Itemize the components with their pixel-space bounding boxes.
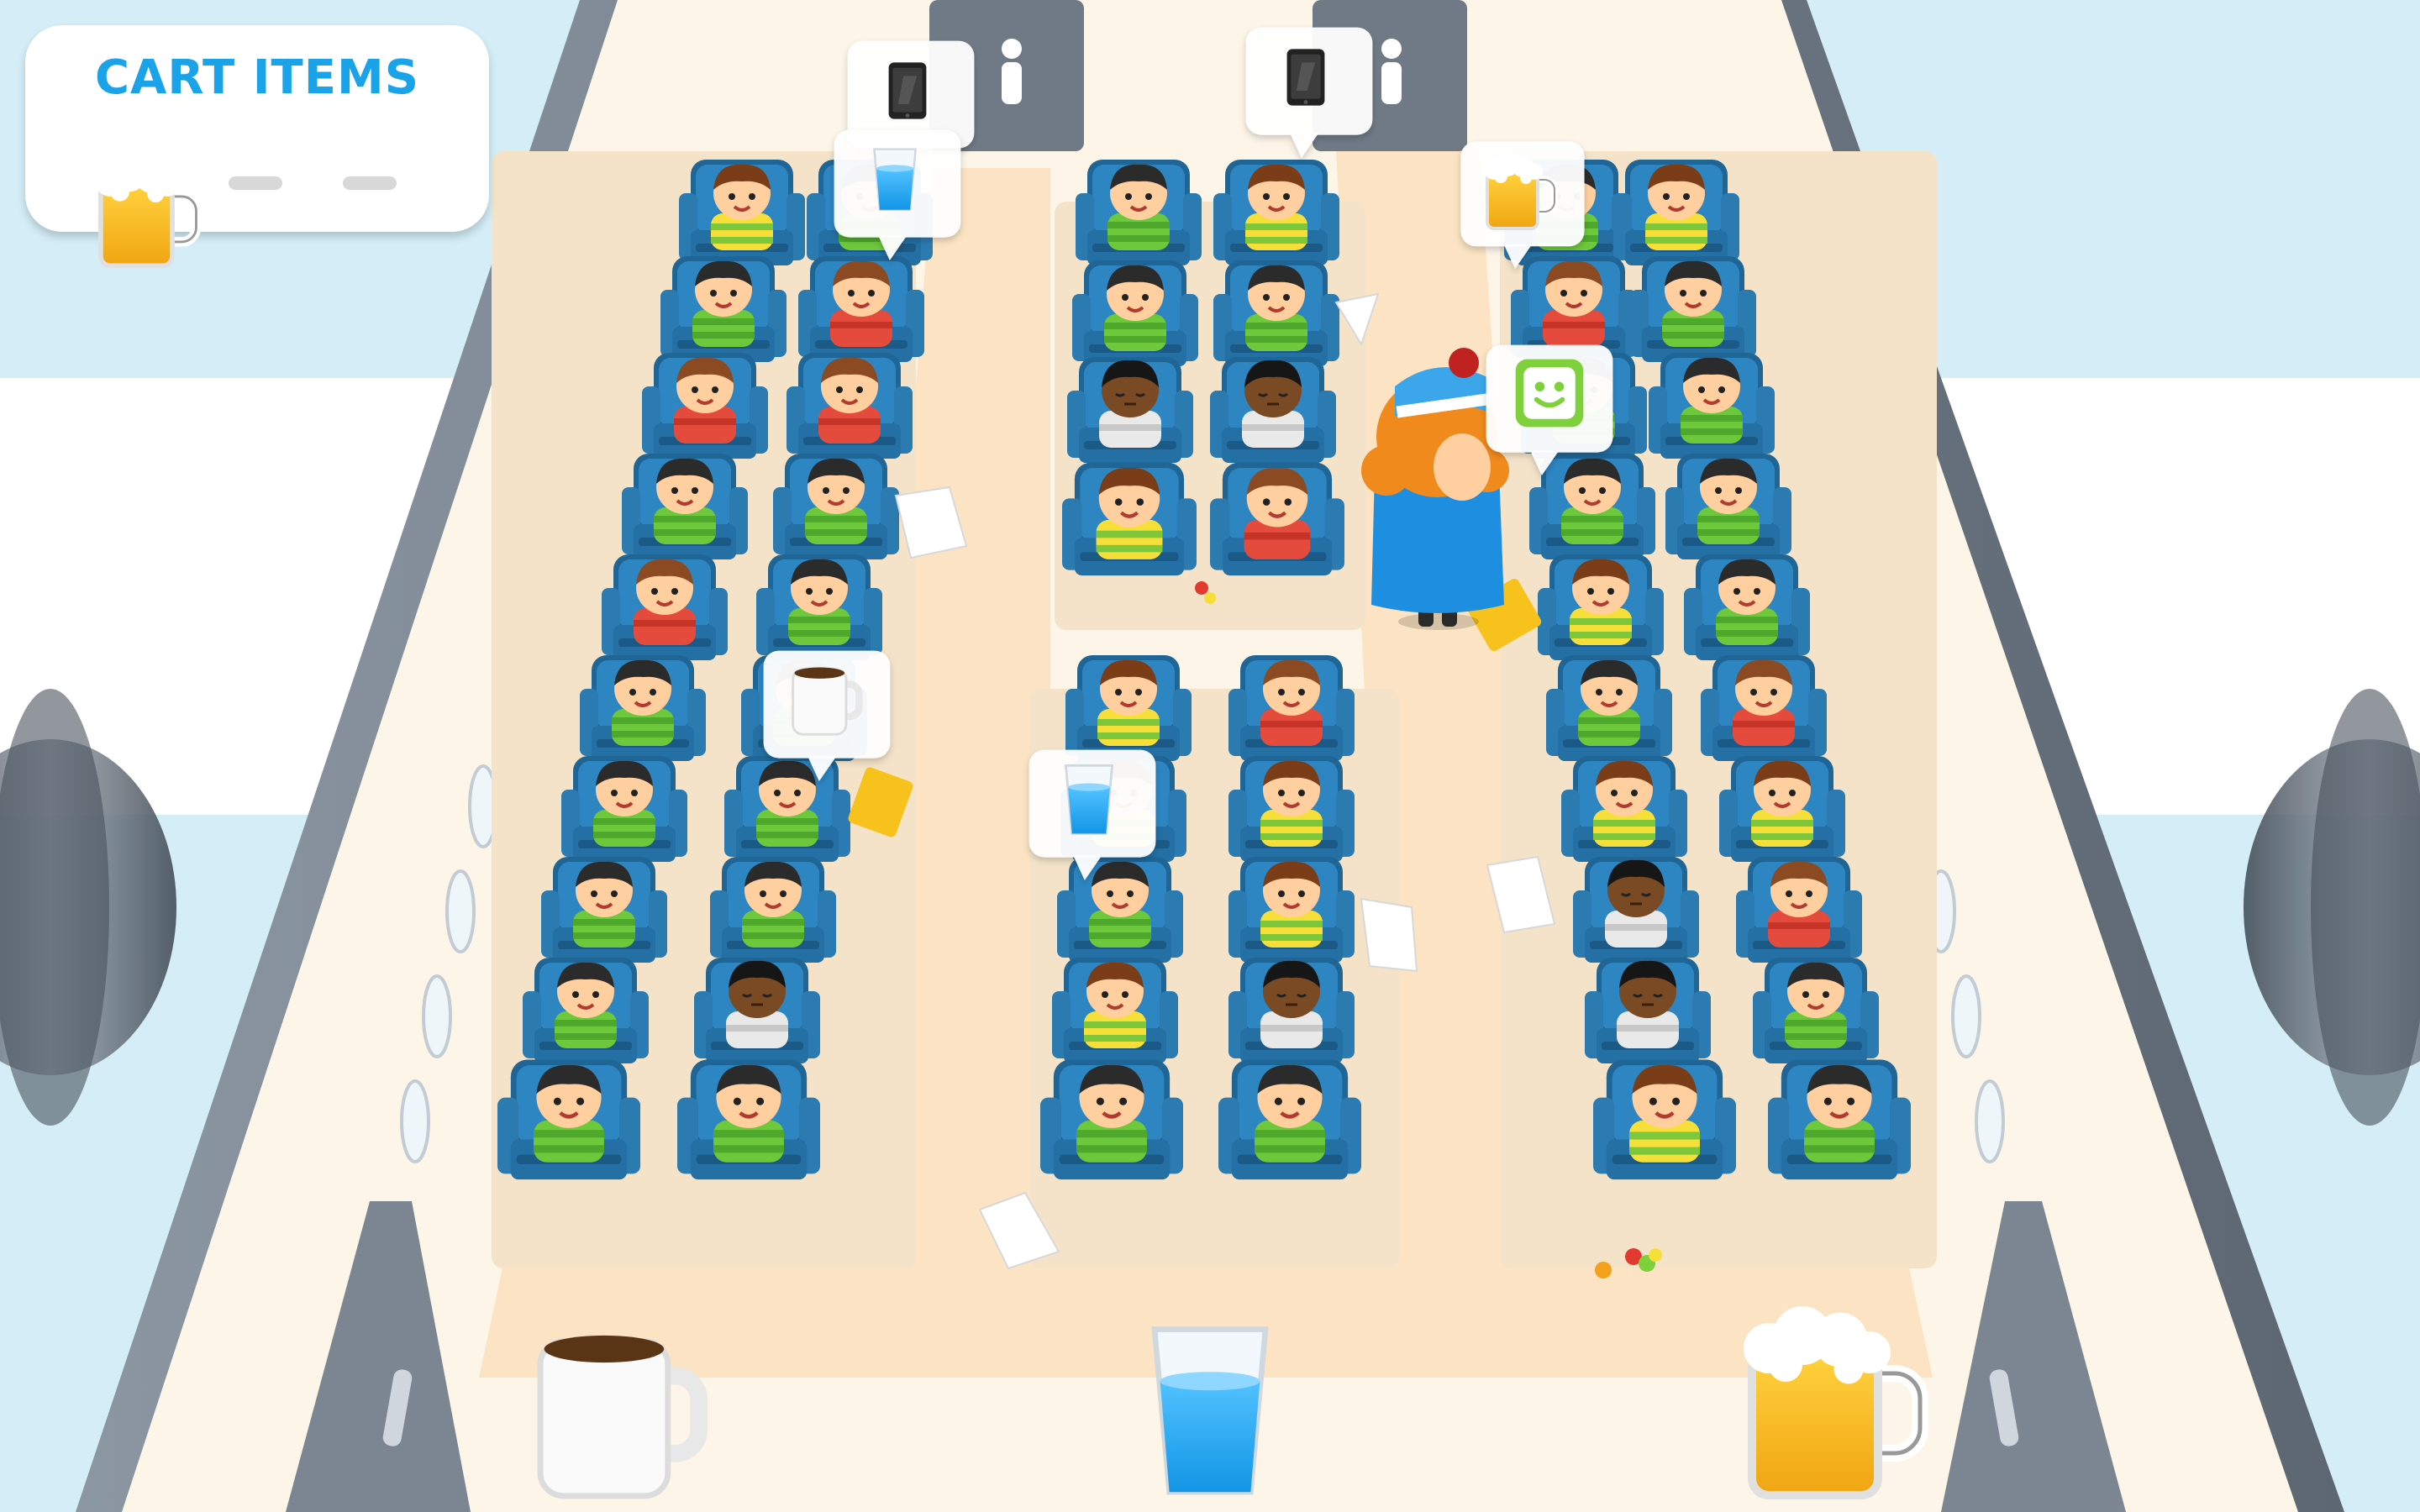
- passenger-seat[interactable]: [1701, 655, 1827, 761]
- passenger-seat[interactable]: [642, 353, 768, 459]
- passenger-seat[interactable]: [756, 554, 882, 660]
- passenger-seat[interactable]: [1561, 756, 1687, 862]
- passenger-seat[interactable]: [1649, 353, 1775, 459]
- passenger-seat[interactable]: [1665, 454, 1791, 559]
- passenger-seat[interactable]: [622, 454, 748, 559]
- passenger-seat[interactable]: [1228, 857, 1355, 963]
- cart-items-panel: CART ITEMS: [25, 25, 489, 232]
- passenger-seat[interactable]: [1573, 857, 1699, 963]
- empty-cart-slot: [343, 176, 397, 190]
- passenger-seat[interactable]: [1630, 256, 1756, 362]
- passenger-seat[interactable]: [1072, 260, 1198, 366]
- empty-cart-slot: [229, 176, 282, 190]
- passenger-seat[interactable]: [710, 857, 836, 963]
- passenger-seat[interactable]: [1210, 357, 1336, 463]
- passenger-seat[interactable]: [1213, 160, 1339, 265]
- passenger-seat[interactable]: [724, 756, 850, 862]
- coffee-mug-icon[interactable]: [521, 1310, 714, 1504]
- passenger-seat[interactable]: [1228, 958, 1355, 1063]
- passenger-seat[interactable]: [677, 1059, 820, 1179]
- passenger-seat[interactable]: [1546, 655, 1672, 761]
- passenger-seat[interactable]: [694, 958, 820, 1063]
- passenger-seat[interactable]: [602, 554, 728, 660]
- beer-mug-icon[interactable]: [1723, 1294, 1933, 1504]
- passenger-seat[interactable]: [1210, 463, 1344, 575]
- water-glass-icon: [1064, 764, 1114, 835]
- passenger-seat[interactable]: [1719, 756, 1845, 862]
- cart-items-title: CART ITEMS: [94, 50, 420, 105]
- passenger-seat[interactable]: [1736, 857, 1862, 963]
- passenger-seat[interactable]: [541, 857, 667, 963]
- beer-mug-icon[interactable]: [84, 151, 203, 270]
- passenger-seat[interactable]: [1585, 958, 1711, 1063]
- water-glass-icon: [873, 148, 917, 212]
- passenger-seat[interactable]: [1040, 1059, 1183, 1179]
- passenger-seat[interactable]: [1067, 357, 1193, 463]
- passenger-seat[interactable]: [561, 756, 687, 862]
- passenger-seat[interactable]: [1228, 655, 1355, 761]
- passenger-seat[interactable]: [1684, 554, 1810, 660]
- passenger-seat[interactable]: [1057, 857, 1183, 963]
- passenger-seat[interactable]: [580, 655, 706, 761]
- passenger-seat[interactable]: [1065, 655, 1192, 761]
- passenger-seat[interactable]: [523, 958, 649, 1063]
- passenger-seat[interactable]: [1613, 160, 1739, 265]
- passenger-seat[interactable]: [1076, 160, 1202, 265]
- water-glass-icon[interactable]: [1118, 1310, 1302, 1504]
- passenger-seat[interactable]: [1529, 454, 1655, 559]
- passenger-seat[interactable]: [1753, 958, 1879, 1063]
- passenger-seat[interactable]: [1538, 554, 1664, 660]
- tablet-icon: [1286, 49, 1325, 106]
- passenger-seat[interactable]: [497, 1059, 640, 1179]
- passenger-seat[interactable]: [1213, 260, 1339, 366]
- passenger-seat[interactable]: [1593, 1059, 1736, 1179]
- passenger-seat[interactable]: [1228, 756, 1355, 862]
- passenger-seat[interactable]: [1062, 463, 1197, 575]
- passenger-seat[interactable]: [798, 256, 924, 362]
- passenger-seat[interactable]: [660, 256, 786, 362]
- smiley-toy-icon: [1516, 360, 1584, 428]
- passenger-seat[interactable]: [773, 454, 899, 559]
- tablet-icon: [888, 62, 927, 119]
- passenger-seat[interactable]: [1768, 1059, 1911, 1179]
- passenger-seat[interactable]: [679, 160, 805, 265]
- passenger-seat[interactable]: [786, 353, 913, 459]
- passenger-seat[interactable]: [1218, 1059, 1361, 1179]
- passenger-seat[interactable]: [1052, 958, 1178, 1063]
